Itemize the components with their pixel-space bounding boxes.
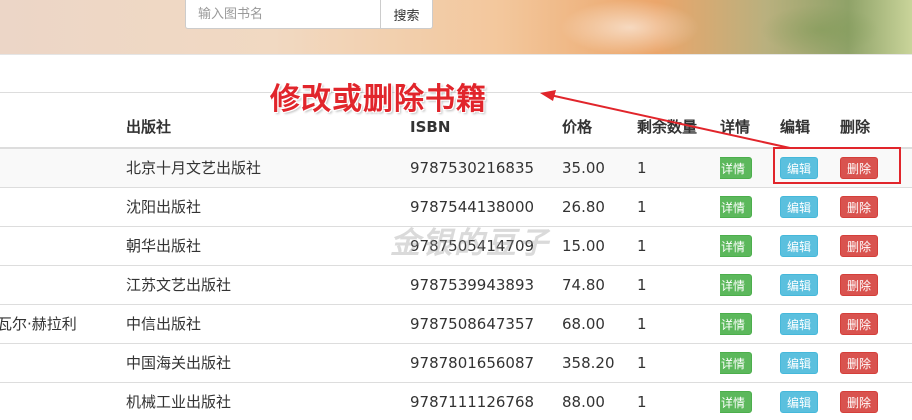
- publisher-cell: 北京十月文艺出版社: [118, 148, 402, 187]
- annotation-text: 修改或删除书籍: [270, 82, 487, 117]
- header-detail: 详情: [720, 92, 780, 149]
- detail-button[interactable]: 详情: [720, 156, 753, 179]
- delete-button[interactable]: 删除: [840, 234, 879, 257]
- header-banner: 搜索: [0, 0, 912, 55]
- header-author: [0, 92, 118, 149]
- annotation-highlight-box: [773, 147, 901, 184]
- isbn-cell: 9787111126768: [402, 381, 554, 420]
- search-group: 搜索: [185, 0, 433, 29]
- table-body: 北京十月文艺出版社 9787530216835 35.00 1 详情 编辑 删除…: [0, 148, 912, 420]
- banner-decoration: [560, 0, 700, 55]
- delete-button[interactable]: 删除: [840, 195, 879, 218]
- remaining-cell: 1: [629, 381, 720, 420]
- header-price: 价格: [554, 92, 629, 149]
- search-input[interactable]: [185, 0, 380, 29]
- remaining-cell: 1: [629, 225, 720, 265]
- detail-button[interactable]: 详情: [720, 195, 753, 218]
- price-cell: 15.00: [554, 225, 629, 265]
- publisher-cell: 沈阳出版社: [118, 186, 402, 226]
- remaining-cell: 1: [629, 342, 720, 382]
- price-cell: 68.00: [554, 303, 629, 343]
- delete-button[interactable]: 删除: [840, 390, 879, 413]
- header-edit: 编辑: [780, 92, 840, 149]
- banner-decoration: [760, 5, 880, 55]
- remaining-cell: 1: [629, 148, 720, 187]
- delete-button[interactable]: 删除: [840, 351, 879, 374]
- price-cell: 35.00: [554, 148, 629, 187]
- delete-button[interactable]: 删除: [840, 312, 879, 335]
- detail-button[interactable]: 详情: [720, 273, 753, 296]
- delete-button[interactable]: 删除: [840, 273, 879, 296]
- detail-button[interactable]: 详情: [720, 312, 753, 335]
- remaining-cell: 1: [629, 186, 720, 226]
- publisher-cell: 中国海关出版社: [118, 342, 402, 382]
- edit-button[interactable]: 编辑: [780, 273, 819, 296]
- edit-button[interactable]: 编辑: [780, 390, 819, 413]
- table-row: 江苏文艺出版社 9787539943893 74.80 1 详情 编辑 删除: [0, 264, 912, 304]
- remaining-cell: 1: [629, 303, 720, 343]
- publisher-cell: 机械工业出版社: [118, 381, 402, 420]
- detail-button[interactable]: 详情: [720, 351, 753, 374]
- table-row: 机械工业出版社 9787111126768 88.00 1 详情 编辑 删除: [0, 381, 912, 420]
- edit-button[interactable]: 编辑: [780, 312, 819, 335]
- price-cell: 88.00: [554, 381, 629, 420]
- header-delete: 删除: [840, 92, 912, 149]
- publisher-cell: 江苏文艺出版社: [118, 264, 402, 304]
- price-cell: 26.80: [554, 186, 629, 226]
- publisher-cell: 中信出版社: [118, 303, 402, 343]
- price-cell: 358.20: [554, 342, 629, 382]
- isbn-cell: 9787508647357: [402, 303, 554, 343]
- table-row: 瓦尔·赫拉利 中信出版社 9787508647357 68.00 1 详情 编辑…: [0, 303, 912, 343]
- price-cell: 74.80: [554, 264, 629, 304]
- isbn-cell: 9787801656087: [402, 342, 554, 382]
- publisher-cell: 朝华出版社: [118, 225, 402, 265]
- edit-button[interactable]: 编辑: [780, 351, 819, 374]
- table-row: 中国海关出版社 9787801656087 358.20 1 详情 编辑 删除: [0, 342, 912, 382]
- edit-button[interactable]: 编辑: [780, 234, 819, 257]
- isbn-cell: 9787539943893: [402, 264, 554, 304]
- watermark: 金银的豆子: [390, 226, 550, 261]
- detail-button[interactable]: 详情: [720, 234, 753, 257]
- isbn-cell: 9787530216835: [402, 148, 554, 187]
- author-cell: 瓦尔·赫拉利: [0, 315, 77, 333]
- edit-button[interactable]: 编辑: [780, 195, 819, 218]
- search-button[interactable]: 搜索: [380, 0, 433, 29]
- header-remaining: 剩余数量: [629, 92, 720, 149]
- detail-button[interactable]: 详情: [720, 390, 753, 413]
- remaining-cell: 1: [629, 264, 720, 304]
